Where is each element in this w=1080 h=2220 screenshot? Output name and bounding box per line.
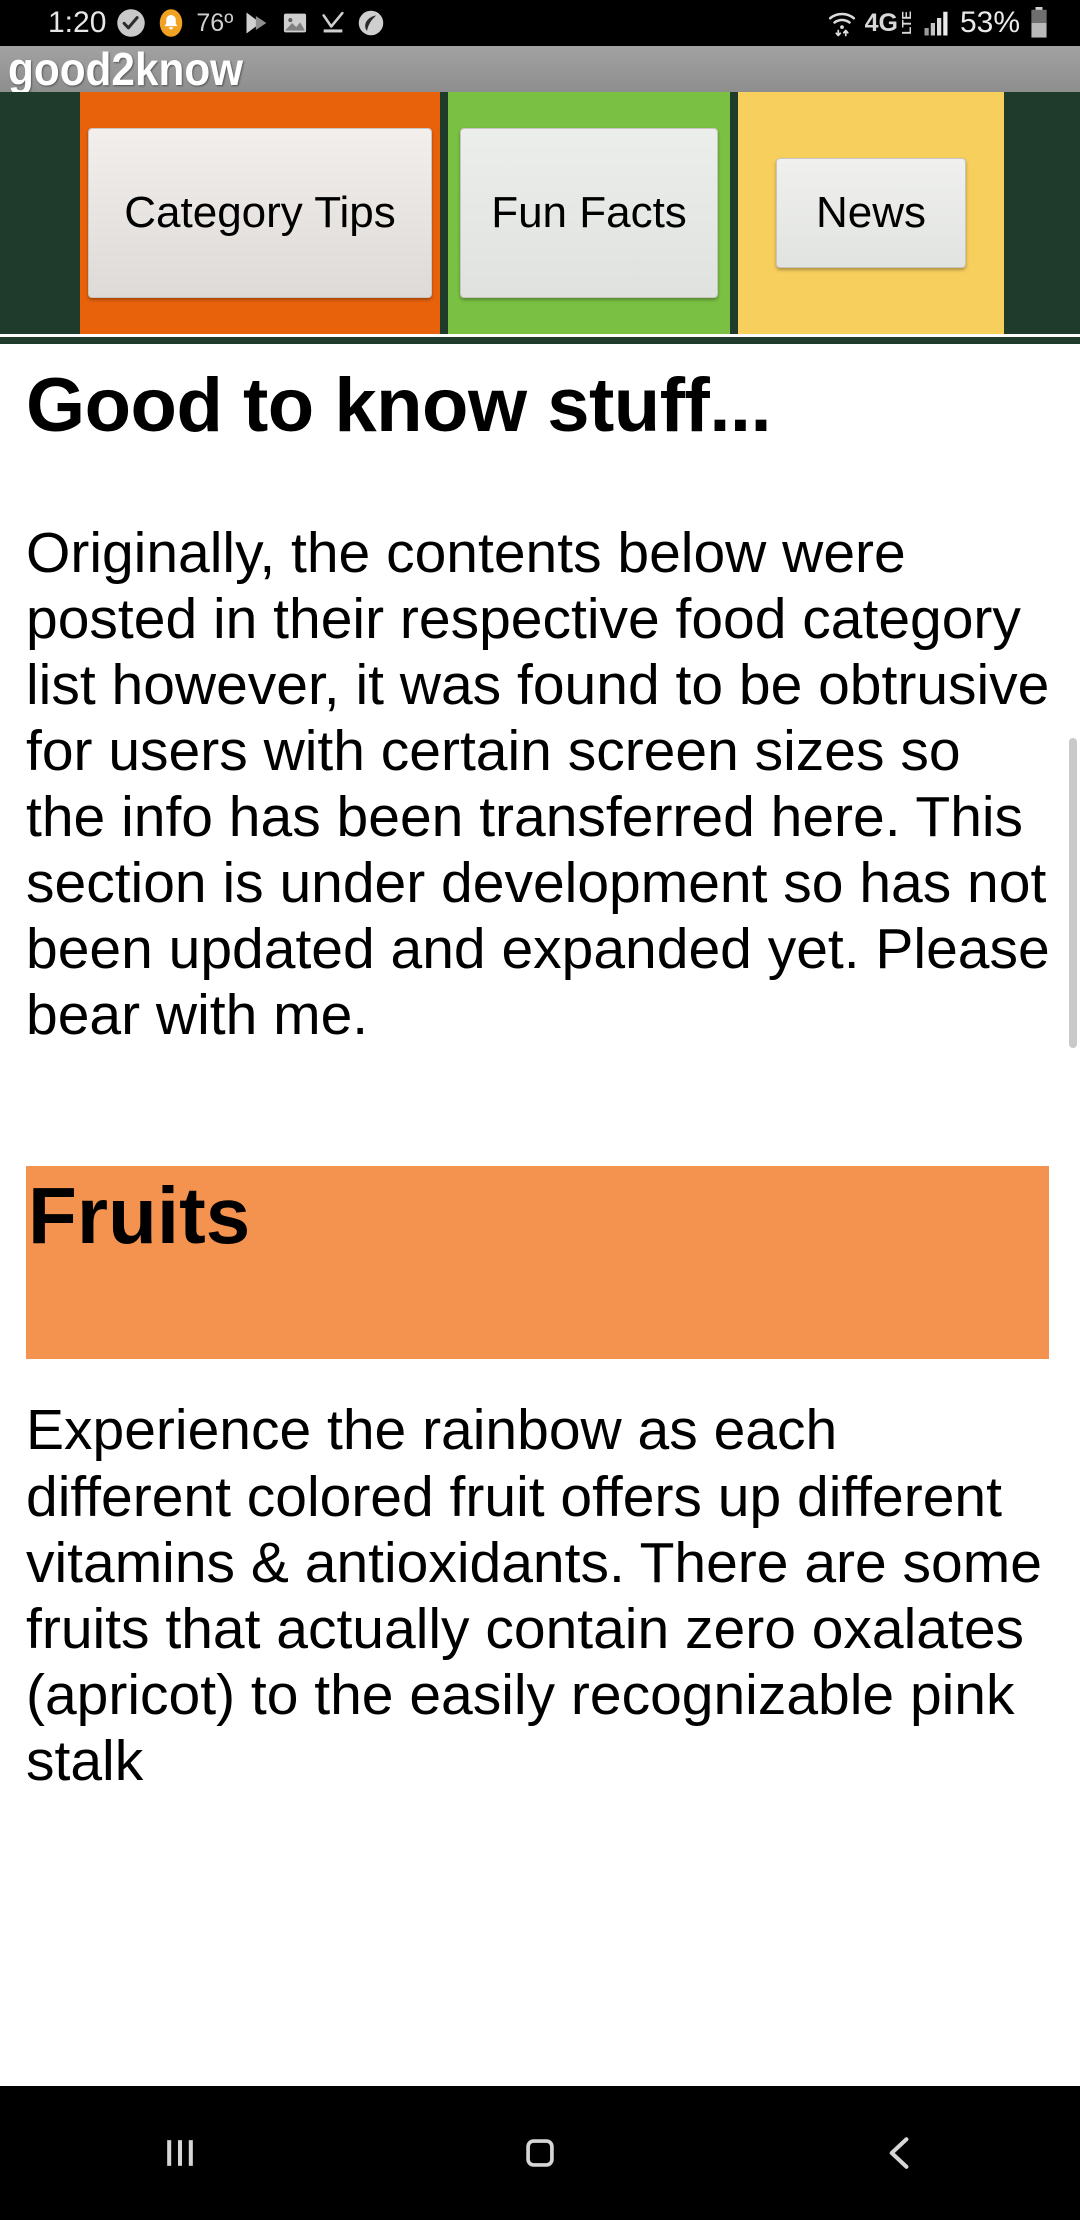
image-icon	[281, 9, 309, 37]
tab-news-label[interactable]: News	[776, 158, 966, 268]
app-title-bar: good2know	[0, 46, 1080, 92]
tab-bar: Category Tips Fun Facts News	[0, 92, 1080, 334]
download-check-icon	[319, 9, 347, 37]
tab-fun-facts-label[interactable]: Fun Facts	[460, 128, 718, 298]
leaf-icon	[357, 9, 385, 37]
section-banner-fruits: Fruits	[26, 1166, 1049, 1360]
recent-apps-button[interactable]	[80, 2086, 280, 2220]
app-title: good2know	[8, 46, 244, 92]
back-icon	[889, 2137, 909, 2169]
tab-bar-divider	[0, 334, 1080, 344]
wifi-icon	[827, 8, 857, 38]
section-heading-fruits: Fruits	[28, 1171, 251, 1261]
signal-bars-icon	[922, 8, 952, 38]
home-button[interactable]	[440, 2086, 640, 2220]
tab-fun-facts[interactable]: Fun Facts	[448, 92, 730, 334]
tab-separator	[730, 92, 738, 334]
tab-category-tips-label[interactable]: Category Tips	[88, 128, 432, 298]
status-bar: 1:20 76º 4G LTE 53%	[0, 0, 1080, 46]
fruits-paragraph: Experience the rainbow as each different…	[26, 1398, 1042, 1794]
phone-screen: 1:20 76º 4G LTE 53% good2know Category T…	[0, 0, 1080, 2220]
status-bar-left: 1:20 76º	[0, 6, 385, 40]
android-navigation-bar	[0, 2086, 1080, 2220]
tab-bar-right-spacer	[1004, 92, 1080, 334]
network-type-label: 4G	[864, 8, 898, 37]
status-bar-right: 4G LTE 53%	[827, 6, 1080, 40]
tab-category-tips[interactable]: Category Tips	[80, 92, 440, 334]
network-type-icon: 4G LTE	[865, 9, 914, 38]
tab-separator	[440, 92, 448, 334]
tab-news[interactable]: News	[738, 92, 1004, 334]
home-icon	[526, 2139, 554, 2167]
tab-bar-left-spacer	[0, 92, 80, 334]
status-bar-clock: 1:20	[48, 6, 107, 39]
page-title: Good to know stuff...	[26, 363, 772, 448]
bell-icon	[156, 8, 186, 38]
check-circle-icon	[116, 8, 146, 38]
back-button[interactable]	[800, 2086, 1000, 2220]
fast-forward-icon	[243, 9, 271, 37]
battery-icon	[1028, 7, 1050, 39]
intro-paragraph: Originally, the contents below were post…	[26, 520, 1050, 1048]
battery-percent-label: 53%	[959, 6, 1020, 39]
status-bar-temperature: 76º	[196, 8, 234, 37]
network-subtype-label: LTE	[898, 11, 914, 35]
vertical-scrollbar[interactable]	[1069, 738, 1077, 1048]
recent-apps-icon	[167, 2140, 193, 2166]
page-content[interactable]: Good to know stuff... Originally, the co…	[0, 346, 1080, 2086]
